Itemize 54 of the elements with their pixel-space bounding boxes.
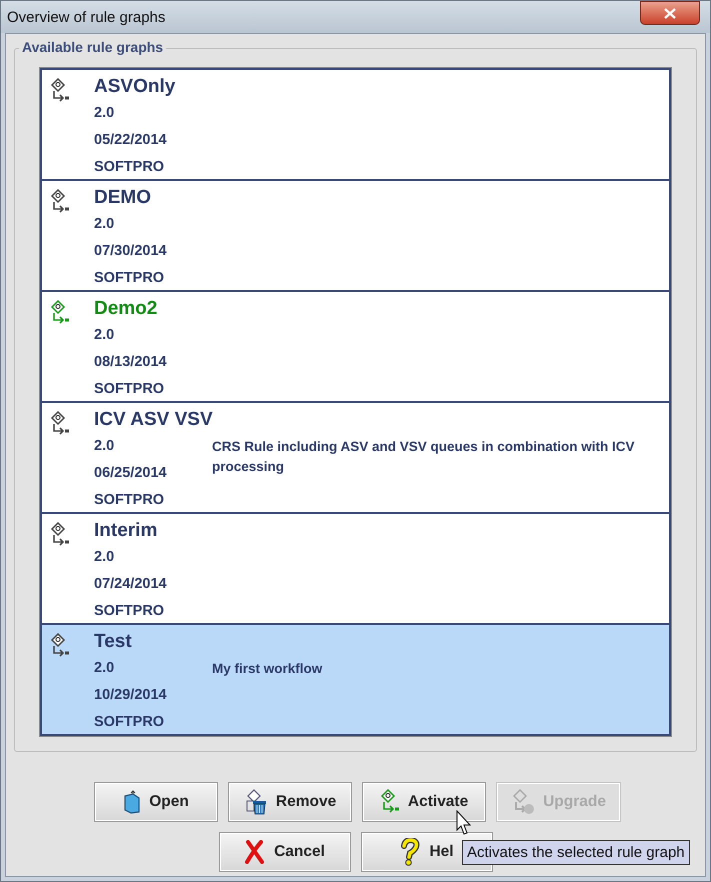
rule-graph-name: DEMO: [94, 186, 152, 210]
version-text: 2.0: [94, 548, 116, 567]
rule-graph-icon: [50, 522, 70, 548]
rule-graph-icon: [380, 789, 400, 815]
window-title: Overview of rule graphs: [7, 8, 166, 26]
rule-graph-item[interactable]: ASVOnly 2.0 05/22/2014 SOFTPRO: [40, 68, 671, 181]
description-text: CRS Rule including ASV and VSV queues in combination with ICV processing: [212, 438, 636, 476]
vendor-text: SOFTPRO: [94, 380, 166, 399]
remove-button[interactable]: Remove: [228, 782, 352, 822]
vendor-text: SOFTPRO: [94, 713, 166, 732]
rule-graph-icon: [50, 411, 70, 437]
rule-graph-icon: [50, 300, 70, 326]
group-title: Available rule graphs: [19, 39, 166, 55]
version-text: 2.0: [94, 326, 116, 345]
date-text: 06/25/2014: [94, 464, 168, 483]
cross-icon: [244, 840, 266, 864]
date-text: 05/22/2014: [94, 131, 168, 150]
rule-graph-icon: [50, 78, 70, 104]
vendor-text: SOFTPRO: [94, 602, 166, 621]
trash-icon: [244, 789, 268, 815]
rule-graph-icon: [511, 789, 536, 815]
rule-graph-item[interactable]: DEMO 2.0 07/30/2014 SOFTPRO: [40, 179, 671, 292]
rule-graph-name: Demo2: [94, 297, 158, 321]
version-text: 2.0: [94, 437, 116, 456]
rule-graph-name: Test: [94, 630, 133, 654]
vendor-text: SOFTPRO: [94, 158, 166, 177]
tooltip: Activates the selected rule graph: [462, 840, 690, 865]
box-icon: [123, 790, 142, 814]
vendor-text: SOFTPRO: [94, 491, 166, 510]
date-text: 10/29/2014: [94, 686, 168, 705]
rule-graph-item[interactable]: Interim 2.0 07/24/2014 SOFTPRO: [40, 512, 671, 625]
cancel-button[interactable]: Cancel: [218, 832, 350, 872]
activate-button[interactable]: Activate: [362, 782, 486, 822]
rule-graph-item[interactable]: ICV ASV VSV 2.0 06/25/2014 SOFTPRO CRS Rule including ASV and VSV queues in combination with ICV processing: [40, 401, 671, 514]
close-icon: [664, 8, 676, 18]
rule-graph-name: ASVOnly: [94, 75, 176, 99]
rule-graph-icon: [50, 189, 70, 215]
version-text: 2.0: [94, 215, 116, 234]
rule-graph-item[interactable]: Test 2.0 10/29/2014 SOFTPRO My first workflow: [40, 623, 671, 736]
rule-graph-name: ICV ASV VSV: [94, 408, 214, 432]
rule-graph-name: Interim: [94, 519, 158, 543]
close-button[interactable]: [640, 1, 700, 25]
open-button[interactable]: Open: [94, 782, 218, 822]
version-text: 2.0: [94, 104, 116, 123]
vendor-text: SOFTPRO: [94, 269, 166, 288]
description-text: My first workflow: [212, 660, 324, 678]
rule-graph-icon: [50, 633, 70, 659]
mouse-pointer-icon: [456, 810, 472, 836]
version-text: 2.0: [94, 659, 116, 678]
date-text: 08/13/2014: [94, 353, 168, 372]
date-text: 07/24/2014: [94, 575, 168, 594]
date-text: 07/30/2014: [94, 242, 168, 261]
rule-graph-item[interactable]: Demo2 2.0 08/13/2014 SOFTPRO: [40, 290, 671, 403]
question-mark-icon: [399, 838, 422, 866]
